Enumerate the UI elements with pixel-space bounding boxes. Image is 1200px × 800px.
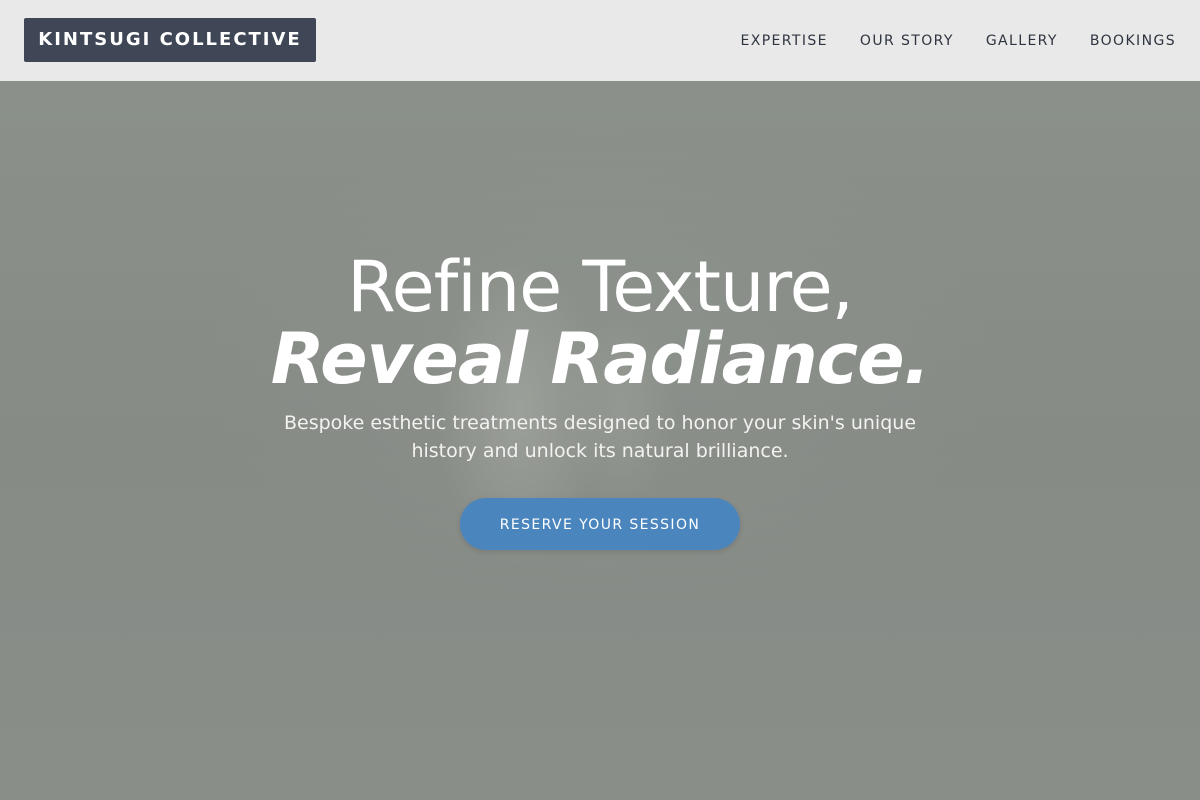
page: KINTSUGI COLLECTIVE EXPERTISE OUR STORY … [0,0,1200,800]
nav-link-our-story[interactable]: OUR STORY [860,33,954,49]
hero-headline-line-2: Reveal Radiance. [270,318,930,400]
main-nav: EXPERTISE OUR STORY GALLERY BOOKINGS [740,0,1176,81]
nav-link-expertise[interactable]: EXPERTISE [740,33,827,49]
brand-logo[interactable]: KINTSUGI COLLECTIVE [24,18,316,62]
hero-section: Refine Texture, Reveal Radiance. Bespoke… [0,81,1200,800]
reserve-session-button[interactable]: RESERVE YOUR SESSION [460,498,740,550]
nav-link-gallery[interactable]: GALLERY [986,33,1058,49]
nav-link-bookings[interactable]: BOOKINGS [1090,33,1176,49]
site-header: KINTSUGI COLLECTIVE EXPERTISE OUR STORY … [0,0,1200,81]
hero-subtitle: Bespoke esthetic treatments designed to … [283,412,917,462]
hero-headline-line-1: Refine Texture, [347,246,854,328]
